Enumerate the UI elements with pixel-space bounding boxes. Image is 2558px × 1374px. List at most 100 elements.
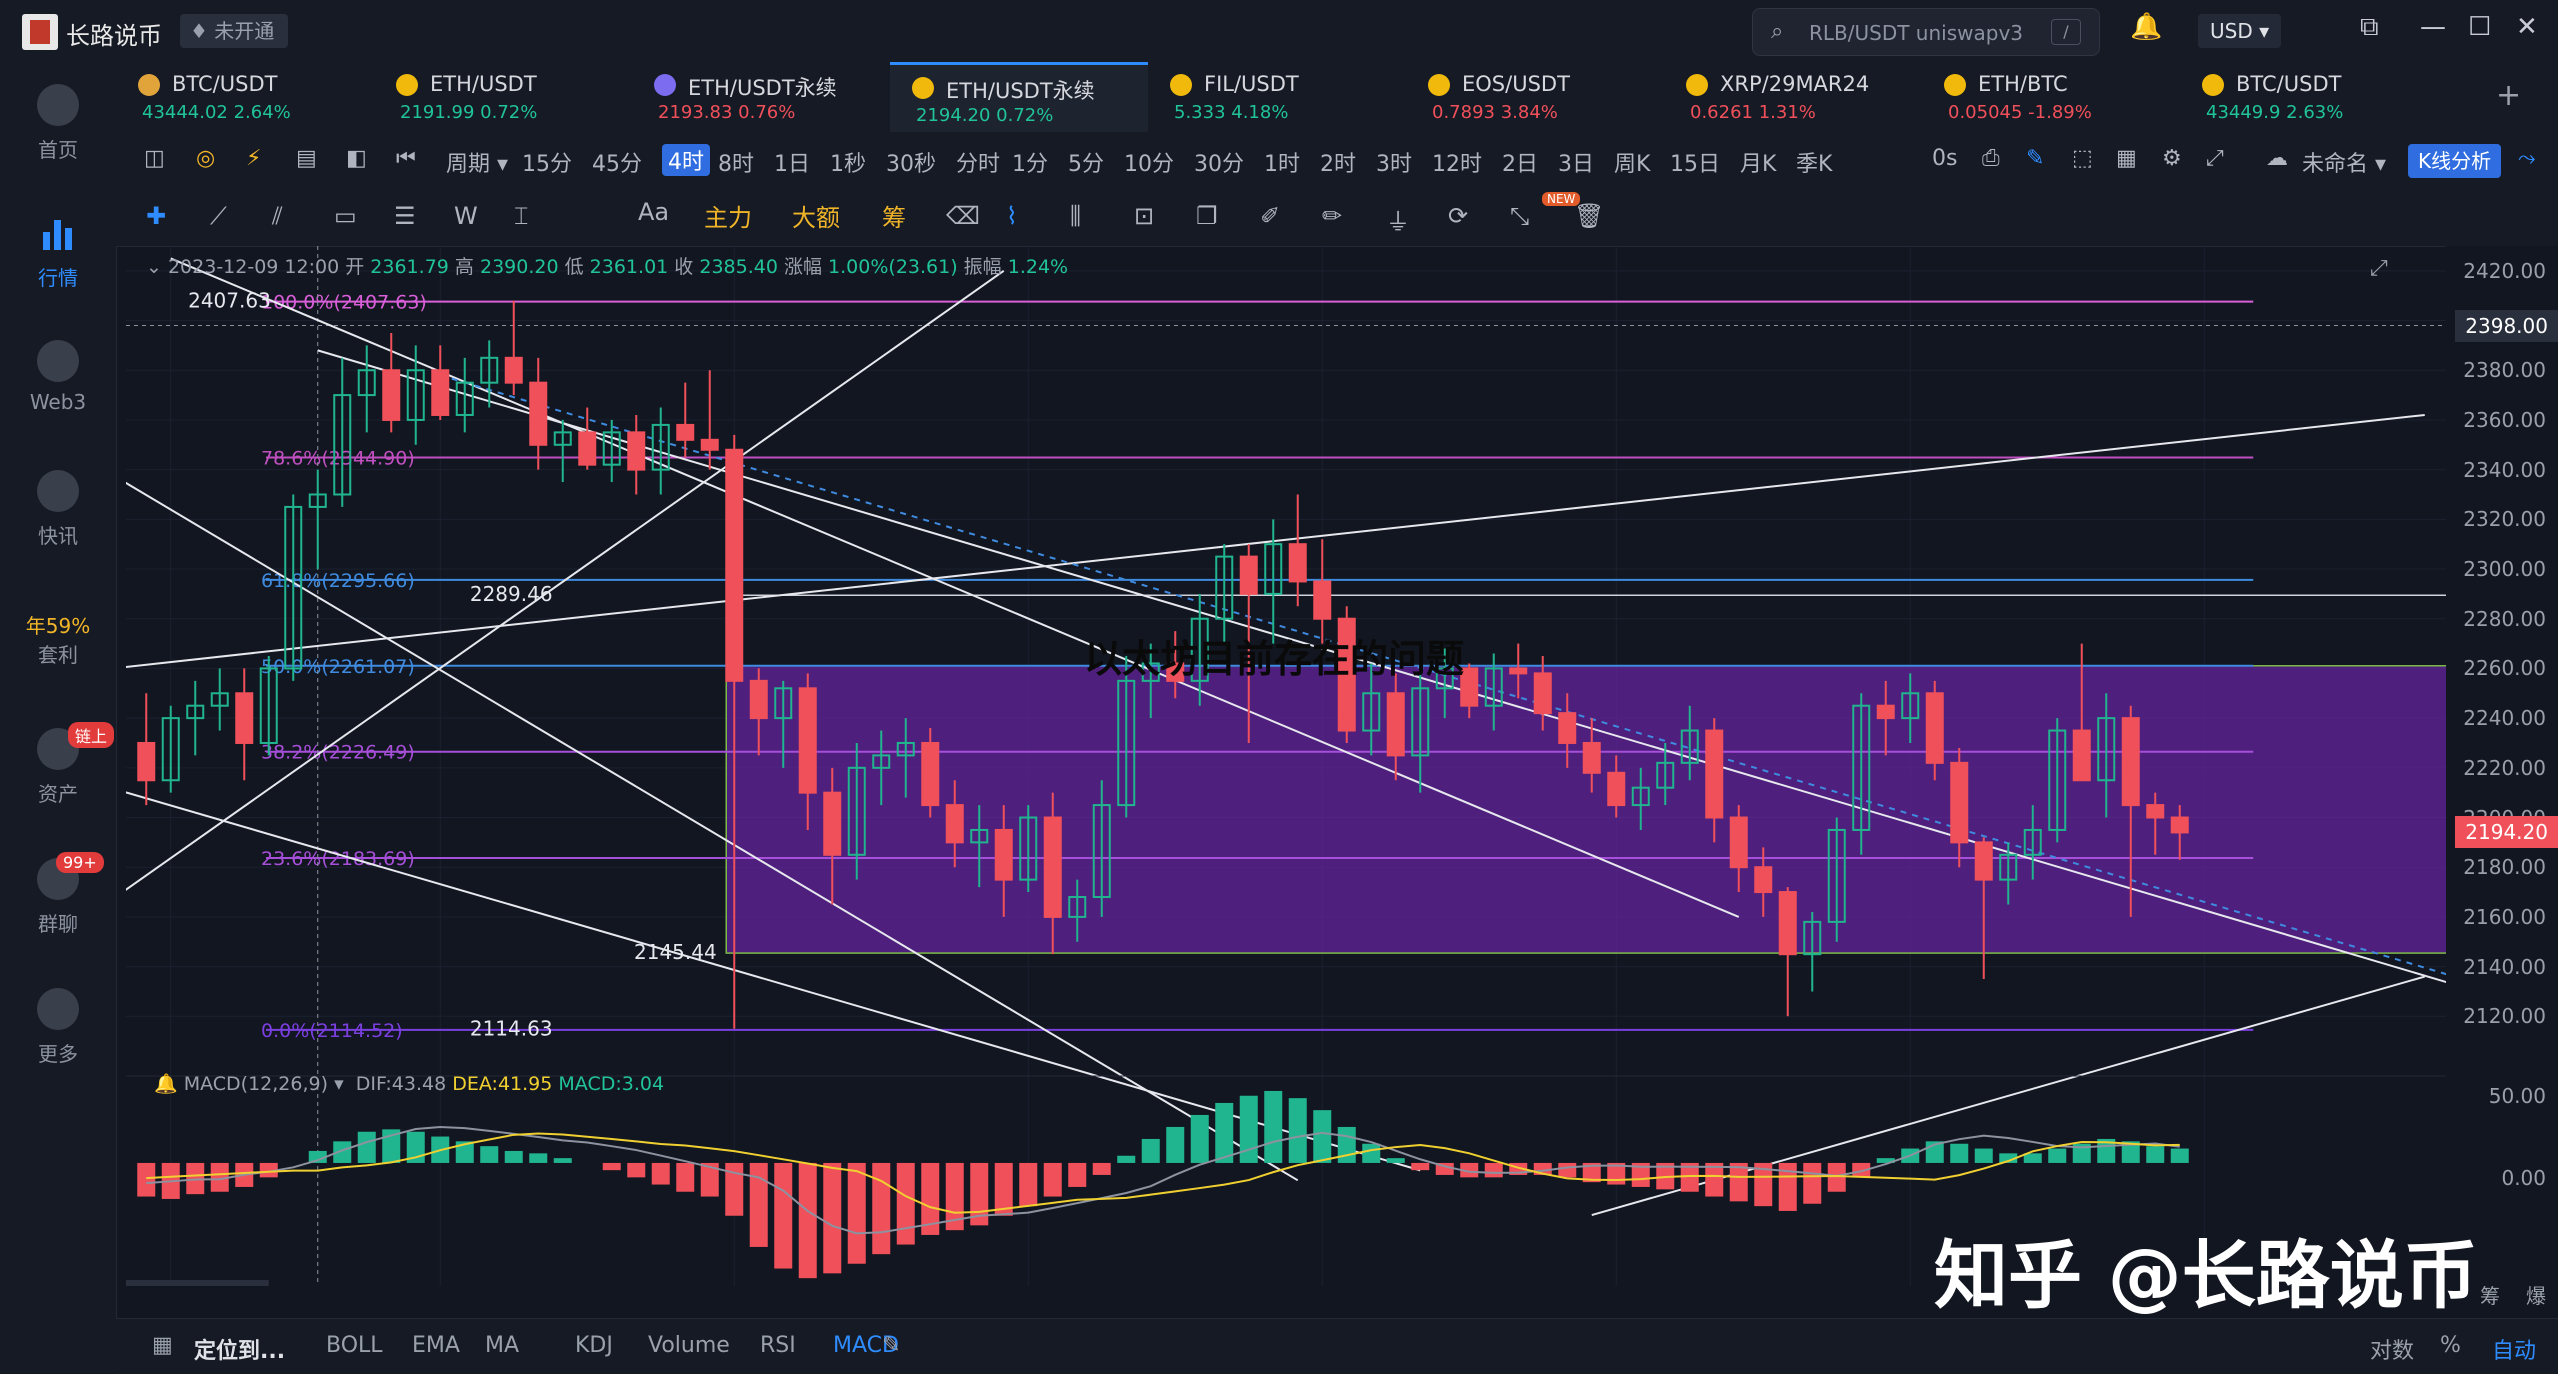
- indicator-kdj[interactable]: KDJ: [575, 1333, 613, 1358]
- interval-45分[interactable]: 45分: [592, 146, 642, 178]
- sidebar-item-more[interactable]: 更多: [0, 988, 116, 1067]
- area-chart-icon[interactable]: ◫: [144, 146, 165, 171]
- candle-body[interactable]: [945, 804, 964, 844]
- fullscreen-chart-icon[interactable]: ⬚: [2072, 146, 2093, 171]
- candle-body[interactable]: [700, 438, 719, 451]
- auto-scale-toggle[interactable]: 自动: [2492, 1333, 2536, 1365]
- search-box[interactable]: ⌕ RLB/USDT uniswapv3 /: [1752, 8, 2100, 56]
- symbol-tab[interactable]: BTC/USDT 43444.02 2.64%: [116, 62, 374, 132]
- candle-body[interactable]: [2146, 804, 2165, 819]
- sidebar-item-assets[interactable]: 资产 链上: [0, 722, 116, 807]
- interval-1日[interactable]: 1日: [774, 146, 810, 178]
- cloud-icon[interactable]: ☁: [2266, 146, 2288, 171]
- minimize-icon[interactable]: —: [2420, 12, 2446, 42]
- bell-icon[interactable]: 🔔: [154, 1073, 178, 1095]
- trash-icon[interactable]: 🗑: [1574, 202, 1604, 230]
- calendar-icon[interactable]: ▤: [296, 146, 317, 171]
- camera-icon[interactable]: ⎙: [1982, 146, 2000, 171]
- candle-body[interactable]: [504, 356, 523, 384]
- candle-body[interactable]: [725, 448, 744, 682]
- candle-body[interactable]: [1288, 543, 1307, 583]
- eraser-icon[interactable]: ⌫: [946, 202, 980, 230]
- candle-body[interactable]: [1043, 816, 1062, 918]
- price-axis[interactable]: 2420.002400.002380.002360.002340.002320.…: [2446, 246, 2558, 1308]
- interval-5分[interactable]: 5分: [1068, 146, 1104, 178]
- symbol-tab[interactable]: XRP/29MAR24 0.6261 1.31%: [1664, 62, 1922, 132]
- interval-2时[interactable]: 2时: [1320, 146, 1356, 178]
- candle-body[interactable]: [137, 741, 156, 782]
- candle-body[interactable]: [798, 687, 817, 794]
- interval-15日[interactable]: 15日: [1670, 146, 1720, 178]
- interval-4时[interactable]: 4时: [662, 144, 710, 176]
- candle-body[interactable]: [1558, 712, 1577, 744]
- sidebar-item-market[interactable]: 行情: [0, 212, 116, 291]
- maximize-icon[interactable]: ☐: [2468, 12, 2491, 42]
- candle-body[interactable]: [823, 791, 842, 856]
- membership-status-button[interactable]: ♦ 未开通: [180, 14, 289, 48]
- calendar-icon[interactable]: ▦: [152, 1333, 173, 1358]
- rectangle-icon[interactable]: ▭: [334, 202, 357, 230]
- fib-zone[interactable]: [725, 665, 2446, 954]
- candle-body[interactable]: [578, 431, 597, 466]
- magnet-icon[interactable]: ⌇: [1006, 202, 1018, 230]
- parallel-channel-icon[interactable]: ⫽: [272, 202, 283, 230]
- candle-body[interactable]: [1239, 555, 1258, 595]
- chevron-down-icon[interactable]: ⌄: [146, 256, 162, 278]
- candle-body[interactable]: [1386, 692, 1405, 757]
- edit-icon[interactable]: ✐: [1260, 202, 1280, 230]
- candle-body[interactable]: [2072, 729, 2091, 782]
- interval-2日[interactable]: 2日: [1502, 146, 1538, 178]
- interval-周K[interactable]: 周K: [1614, 146, 1650, 178]
- symbol-tab[interactable]: ETH/USDT 2191.99 0.72%: [374, 62, 632, 132]
- horizontal-lines-icon[interactable]: ☰: [394, 202, 416, 230]
- settings-icon[interactable]: ⚙: [2162, 146, 2182, 171]
- interval-分时[interactable]: 分时: [956, 146, 1000, 178]
- interval-月K[interactable]: 月K: [1740, 146, 1776, 178]
- trendline-icon[interactable]: ⟋: [210, 202, 227, 230]
- sidebar-item-arbitrage[interactable]: 年59% 套利: [0, 610, 116, 668]
- candle-body[interactable]: [627, 431, 646, 471]
- interval-季K[interactable]: 季K: [1796, 146, 1832, 178]
- measure-icon[interactable]: ⌶: [514, 202, 528, 230]
- pen-icon[interactable]: ✎: [2026, 146, 2044, 171]
- bell-icon[interactable]: 🔔: [2130, 12, 2162, 42]
- copy-icon[interactable]: ❐: [1196, 202, 1218, 230]
- candle-body[interactable]: [1778, 891, 1797, 956]
- candle-body[interactable]: [1313, 580, 1332, 620]
- sync-icon[interactable]: ⟳: [1448, 202, 1468, 230]
- flash-icon[interactable]: ⚡: [246, 146, 261, 171]
- filter-icon[interactable]: ⏚: [1386, 202, 1410, 237]
- indicator-icon[interactable]: ⫼: [1070, 202, 1081, 230]
- split-view-icon[interactable]: ◧: [346, 146, 367, 171]
- close-icon[interactable]: ✕: [2516, 12, 2538, 42]
- main-force-button[interactable]: 主力: [704, 198, 752, 233]
- candle-body[interactable]: [921, 741, 940, 807]
- interval-12时[interactable]: 12时: [1432, 146, 1482, 178]
- expand-chart-icon[interactable]: ⤢: [2370, 256, 2388, 281]
- candle-body[interactable]: [1754, 866, 1773, 894]
- log-scale-toggle[interactable]: 对数: [2370, 1333, 2414, 1365]
- interval-3日[interactable]: 3日: [1558, 146, 1594, 178]
- big-order-button[interactable]: 大额: [792, 198, 840, 233]
- sidebar-item-news[interactable]: 快讯: [0, 470, 116, 549]
- symbol-tab[interactable]: ETH/USDT永续 2194.20 0.72%: [890, 62, 1148, 135]
- symbol-tab[interactable]: BTC/USDT 43449.9 2.63%: [2180, 62, 2438, 132]
- pencil-icon[interactable]: ✏: [1322, 202, 1342, 230]
- sidebar-item-chat[interactable]: 群聊 99+: [0, 852, 116, 937]
- indicator-rsi[interactable]: RSI: [760, 1333, 796, 1358]
- candle-body[interactable]: [676, 423, 695, 441]
- price-chart[interactable]: 100.0%(2407.63) 78.6%(2344.90) 61.8%(2295.…: [126, 246, 2446, 1286]
- share-icon[interactable]: ⤳: [2518, 146, 2536, 171]
- interval-1分[interactable]: 1分: [1012, 146, 1048, 178]
- liquidation-corner-label[interactable]: 爆: [2526, 1280, 2546, 1309]
- candle-body[interactable]: [1950, 761, 1969, 844]
- macd-label[interactable]: MACD(12,26,9): [184, 1073, 328, 1095]
- candle-body[interactable]: [994, 828, 1013, 881]
- chips-button[interactable]: 筹: [882, 198, 906, 233]
- template-icon[interactable]: ▦: [2116, 146, 2137, 171]
- candle-body[interactable]: [1607, 771, 1626, 807]
- indicator-ma[interactable]: MA: [485, 1333, 519, 1358]
- candle-body[interactable]: [749, 679, 768, 720]
- candle-body[interactable]: [1582, 741, 1601, 774]
- interval-30分[interactable]: 30分: [1194, 146, 1244, 178]
